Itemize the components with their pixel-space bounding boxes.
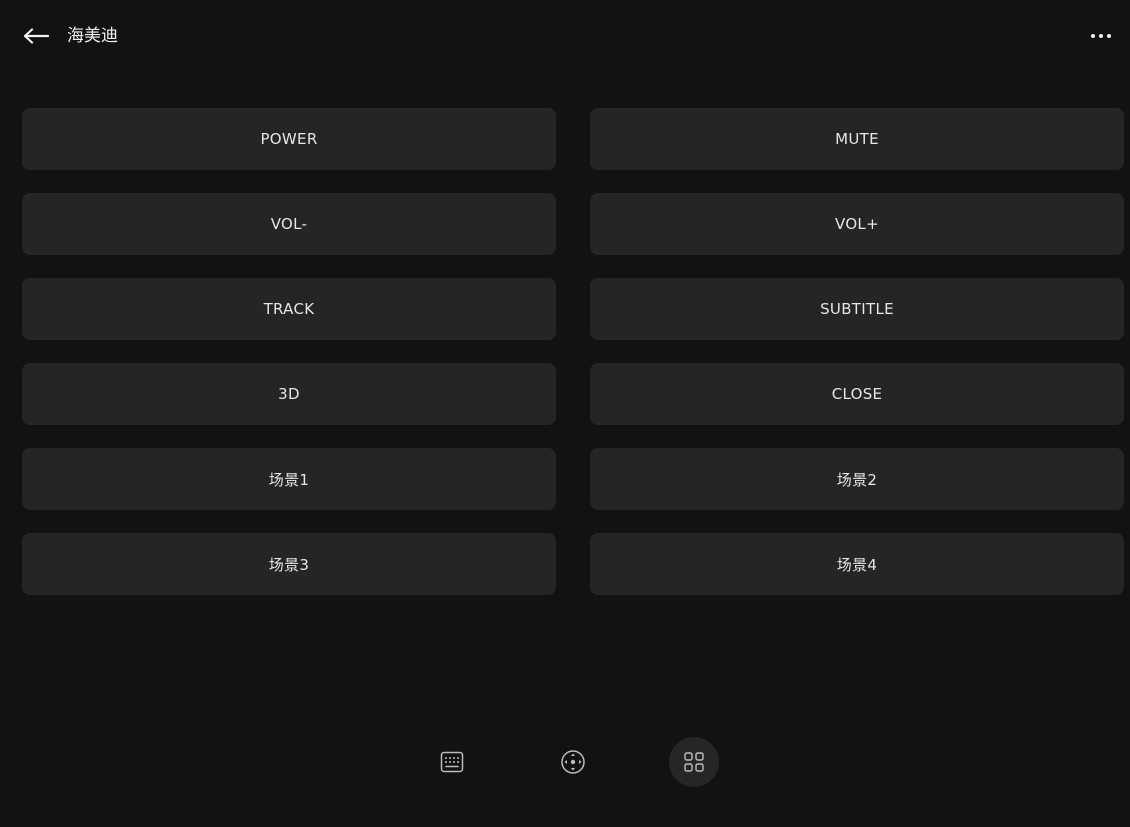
scene-1-key[interactable]: 场景1 [22,448,556,510]
grid-apps-icon [684,752,704,772]
more-horizontal-icon [1091,34,1111,38]
scene-4-key[interactable]: 场景4 [590,533,1124,595]
arrow-left-icon [23,28,50,44]
scene-2-key[interactable]: 场景2 [590,448,1124,510]
tab-apps-grid[interactable] [669,737,719,787]
header-bar: 海美迪 [0,0,1130,72]
remote-control-screen: 海美迪 POWER MUTE VOL- VOL+ TRACK SUBTITLE … [0,0,1130,827]
back-button[interactable] [18,22,54,50]
subtitle-key[interactable]: SUBTITLE [590,278,1124,340]
scene-3-key[interactable]: 场景3 [22,533,556,595]
tab-dpad[interactable] [548,737,598,787]
3d-key[interactable]: 3D [22,363,556,425]
close-key[interactable]: CLOSE [590,363,1124,425]
power-key[interactable]: POWER [22,108,556,170]
keyboard-icon [440,751,464,773]
dpad-icon [561,750,585,774]
more-options-button[interactable] [1086,22,1116,50]
page-title: 海美迪 [67,26,118,46]
tab-keyboard[interactable] [427,737,477,787]
bottom-tab-bar [0,737,1130,789]
track-key[interactable]: TRACK [22,278,556,340]
remote-key-grid: POWER MUTE VOL- VOL+ TRACK SUBTITLE 3D C… [22,108,1124,595]
volume-down-key[interactable]: VOL- [22,193,556,255]
mute-key[interactable]: MUTE [590,108,1124,170]
volume-up-key[interactable]: VOL+ [590,193,1124,255]
